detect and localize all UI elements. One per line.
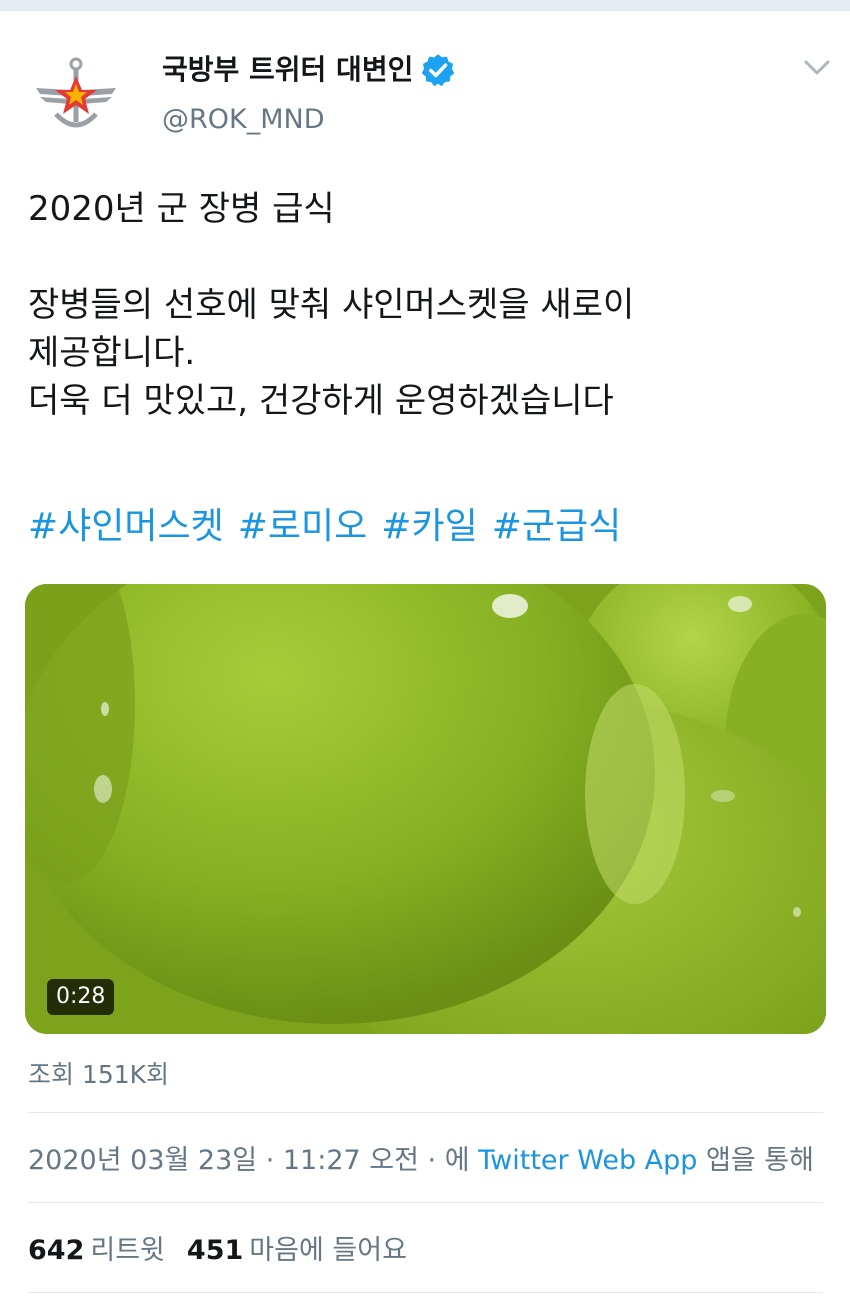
hashtag-list: #샤인머스켓 #로미오 #카일 #군급식	[28, 503, 635, 551]
meta-suffix: 앱을 통해	[697, 1145, 814, 1176]
divider	[28, 1202, 823, 1203]
video-player[interactable]	[25, 584, 826, 1034]
tweet-meta: 2020년 03월 23일 · 11:27 오전 · 에 Twitter Web…	[28, 1141, 814, 1181]
user-handle[interactable]: @ROK_MND	[162, 100, 325, 140]
tweet-body-line: 제공합니다.	[28, 333, 196, 373]
tweet-body-line: 장병들의 선호에 맞춰 샤인머스켓을 새로이	[28, 285, 635, 325]
retweets-count: 642	[28, 1235, 85, 1266]
tweet-text: 2020년 군 장병 급식 장병들의 선호에 맞춰 샤인머스켓을 새로이 제공합…	[28, 185, 828, 425]
tweet-stats: 642 리트윗 451 마음에 들어요	[28, 1231, 429, 1271]
hashtag-link[interactable]: #카일	[381, 506, 477, 547]
top-divider	[0, 0, 850, 11]
tweet-time[interactable]: 11:27 오전	[283, 1145, 419, 1176]
source-app-link[interactable]: Twitter Web App	[478, 1145, 697, 1176]
likes-label: 마음에 들어요	[249, 1235, 407, 1266]
tweet-date[interactable]: 2020년 03월 23일	[28, 1145, 257, 1176]
hashtag-link[interactable]: #군급식	[492, 506, 622, 547]
divider	[28, 1112, 823, 1113]
meta-prefix: 에	[444, 1145, 479, 1176]
verified-badge-icon	[421, 54, 455, 87]
hashtag-link[interactable]: #로미오	[238, 506, 368, 547]
tweet-body-line: 더욱 더 맛있고, 건강하게 운영하겠습니다	[28, 381, 614, 421]
meta-separator: ·	[257, 1145, 283, 1176]
meta-separator: ·	[418, 1145, 445, 1176]
avatar[interactable]	[30, 50, 122, 142]
display-name[interactable]: 국방부 트위터 대변인	[162, 50, 413, 90]
ministry-emblem-icon	[36, 57, 116, 128]
chevron-down-icon[interactable]	[800, 52, 834, 82]
view-count: 조회 151K회	[28, 1060, 170, 1089]
likes-stat[interactable]: 451 마음에 들어요	[187, 1235, 429, 1266]
video-thumbnail	[25, 584, 826, 1034]
likes-count: 451	[186, 1235, 244, 1266]
tweet-title-line: 2020년 군 장병 급식	[28, 189, 335, 229]
divider	[28, 1292, 823, 1293]
hashtag-link[interactable]: #샤인머스켓	[28, 506, 224, 547]
video-duration-badge: 0:28	[47, 979, 115, 1015]
retweets-stat[interactable]: 642 리트윗	[28, 1235, 187, 1266]
retweets-label: 리트윗	[90, 1235, 165, 1266]
